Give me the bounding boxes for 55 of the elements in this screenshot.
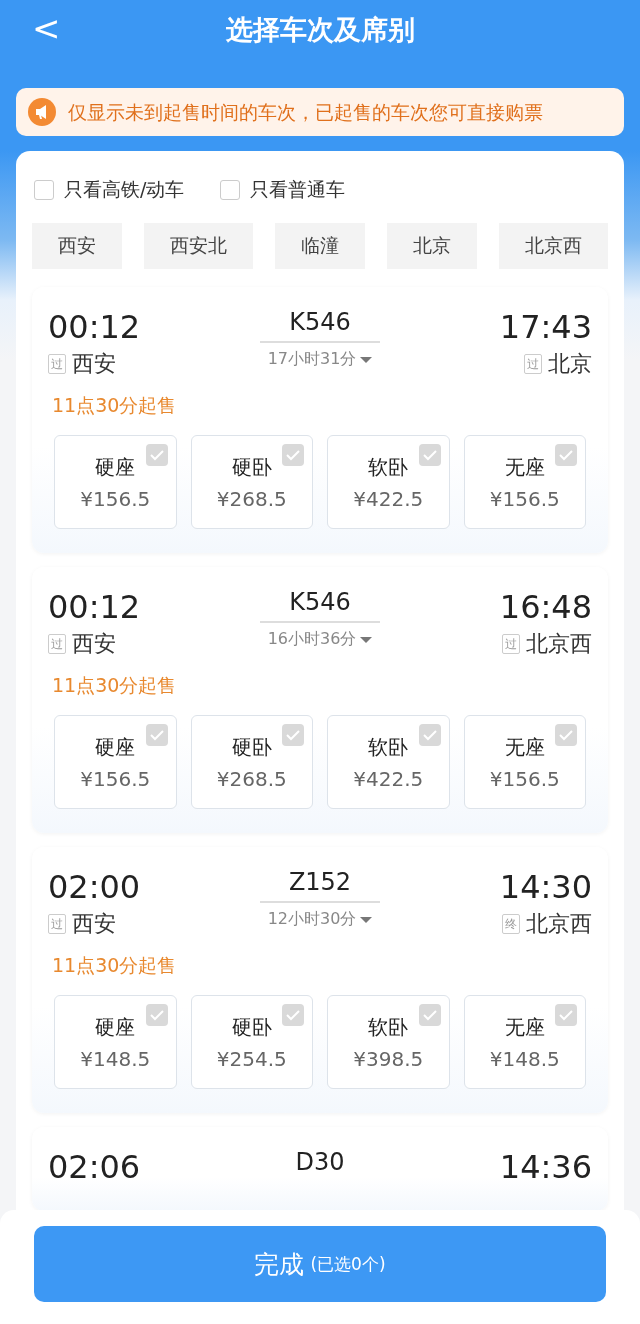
departure-station: 西安 bbox=[72, 630, 116, 658]
departure-time: 00:12 bbox=[48, 587, 141, 627]
train-number: K546 bbox=[289, 307, 351, 337]
sale-time: 11点30分起售 bbox=[52, 673, 178, 698]
notice-text: 仅显示未到起售时间的车次，已起售的车次您可直接购票 bbox=[68, 100, 543, 125]
duration-toggle[interactable]: 16小时36分 bbox=[267, 629, 373, 650]
train-number: Z152 bbox=[288, 867, 352, 897]
seat-option[interactable]: 无座 ¥156.5 bbox=[463, 715, 586, 809]
station-chip[interactable]: 北京西 bbox=[499, 223, 608, 269]
arrival-time: 14:30 bbox=[499, 867, 592, 907]
caret-icon bbox=[360, 915, 373, 924]
sale-time: 11点30分起售 bbox=[52, 953, 178, 978]
departure-station: 西安 bbox=[72, 350, 116, 378]
train-number: K546 bbox=[289, 587, 351, 617]
arrival-station: 北京西 bbox=[526, 910, 592, 938]
departure-time: 00:12 bbox=[48, 307, 141, 347]
duration-toggle[interactable]: 12小时30分 bbox=[267, 909, 373, 930]
train-number: D30 bbox=[295, 1147, 345, 1177]
departure-time: 02:00 bbox=[48, 867, 141, 907]
station-tag: 过 bbox=[502, 634, 520, 654]
arrival-time: 16:48 bbox=[499, 587, 592, 627]
seat-option[interactable]: 软卧 ¥398.5 bbox=[327, 995, 450, 1089]
filter-checkbox[interactable]: 只看普通车 bbox=[220, 177, 346, 203]
seat-option[interactable]: 无座 ¥148.5 bbox=[463, 995, 586, 1089]
arrival-time: 17:43 bbox=[499, 307, 592, 347]
megaphone-icon bbox=[28, 98, 56, 126]
seat-option[interactable]: 硬座 ¥148.5 bbox=[54, 995, 177, 1089]
seat-option[interactable]: 无座 ¥156.5 bbox=[463, 435, 586, 529]
station-tag: 过 bbox=[48, 354, 66, 374]
station-tag: 过 bbox=[524, 354, 542, 374]
filter-checkbox[interactable]: 只看高铁/动车 bbox=[34, 177, 185, 203]
departure-station: 西安 bbox=[72, 910, 116, 938]
seat-option[interactable]: 软卧 ¥422.5 bbox=[327, 435, 450, 529]
departure-time: 02:06 bbox=[48, 1147, 141, 1187]
caret-icon bbox=[360, 355, 373, 364]
arrival-station: 北京西 bbox=[526, 630, 592, 658]
seat-option[interactable]: 软卧 ¥422.5 bbox=[327, 715, 450, 809]
seat-option[interactable]: 硬座 ¥156.5 bbox=[54, 715, 177, 809]
caret-icon bbox=[360, 635, 373, 644]
seat-option[interactable]: 硬卧 ¥254.5 bbox=[190, 995, 313, 1089]
page-title: 选择车次及席别 bbox=[225, 13, 415, 47]
seat-option[interactable]: 硬座 ¥156.5 bbox=[54, 435, 177, 529]
arrival-station: 北京 bbox=[548, 350, 592, 378]
station-chip[interactable]: 北京 bbox=[387, 223, 477, 269]
seat-option[interactable]: 硬卧 ¥268.5 bbox=[190, 715, 313, 809]
station-chip[interactable]: 西安 bbox=[32, 223, 122, 269]
sale-time: 11点30分起售 bbox=[52, 393, 178, 418]
duration-toggle[interactable]: 17小时31分 bbox=[267, 349, 373, 370]
arrival-time: 14:36 bbox=[499, 1147, 592, 1187]
station-tag: 过 bbox=[48, 914, 66, 934]
station-chip[interactable]: 西安北 bbox=[144, 223, 253, 269]
seat-option[interactable]: 硬卧 ¥268.5 bbox=[190, 435, 313, 529]
station-tag: 过 bbox=[48, 634, 66, 654]
station-tag: 终 bbox=[502, 914, 520, 934]
station-chip[interactable]: 临潼 bbox=[275, 223, 365, 269]
